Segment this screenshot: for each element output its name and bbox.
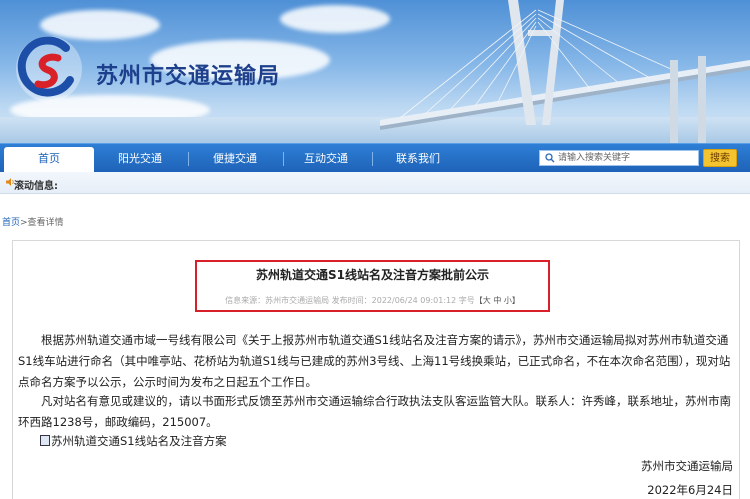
document-icon <box>40 435 50 446</box>
breadcrumb-current: >查看详情 <box>20 218 64 228</box>
attachment-label: 苏州轨道交通S1线站名及注音方案 <box>51 434 227 448</box>
nav-item-contact-us[interactable]: 联系我们 <box>378 144 458 173</box>
transport-bureau-logo <box>16 36 82 102</box>
search-input[interactable]: 请输入搜索关键字 <box>539 150 699 166</box>
article-title: 苏州轨道交通S1线站名及注音方案批前公示 <box>256 268 489 282</box>
font-size-switch[interactable]: 【大 中 小】 <box>475 296 520 305</box>
nav-item-sunshine-transport[interactable]: 阳光交通 <box>100 144 180 173</box>
article-source-date: 信息来源：苏州市交通运输局 发布时间：2022/06/24 09:01:12 字… <box>225 296 475 305</box>
article-paragraph: 凡对站名有意见或建议的，请以书面形式反馈至苏州市交通运输综合行政执法支队客运监管… <box>18 394 731 429</box>
breadcrumb-home-link[interactable]: 首页 <box>2 218 20 228</box>
search-button[interactable]: 搜索 <box>703 149 737 167</box>
attachment-link[interactable]: 苏州轨道交通S1线站名及注音方案 <box>40 433 227 449</box>
nav-item-interactive-transport[interactable]: 互动交通 <box>286 144 366 173</box>
scroll-info-bar <box>0 172 750 194</box>
breadcrumb: 首页>查看详情 <box>2 215 64 228</box>
nav-divider <box>283 152 284 166</box>
nav-item-convenient-transport[interactable]: 便捷交通 <box>195 144 275 173</box>
signature-organization: 苏州市交通运输局 <box>641 459 733 473</box>
header-banner: 苏州市交通运输局 <box>0 0 750 143</box>
signature-date: 2022年6月24日 <box>647 483 733 497</box>
nav-divider <box>188 152 189 166</box>
nav-divider <box>372 152 373 166</box>
site-title: 苏州市交通运输局 <box>96 64 281 89</box>
search-icon <box>545 153 555 163</box>
nav-item-home[interactable]: 首页 <box>4 147 94 173</box>
article-paragraph: 根据苏州轨道交通市域一号线有限公司《关于上报苏州市轨道交通S1线站名及注音方案的… <box>18 333 731 389</box>
scroll-info-label: 滚动信息: <box>14 181 58 192</box>
article-meta: 信息来源：苏州市交通运输局 发布时间：2022/06/24 09:01:12 字… <box>195 295 550 306</box>
bridge-image <box>380 0 750 143</box>
